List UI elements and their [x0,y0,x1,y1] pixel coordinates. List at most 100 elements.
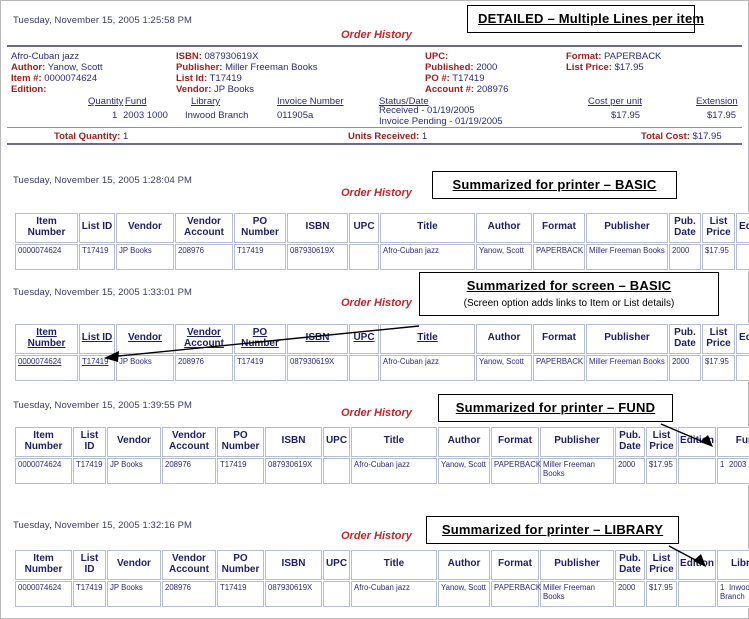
column-header-list-price: List Price [646,427,677,457]
callout-printer-basic-title: Summarized for printer – BASIC [452,177,657,192]
table-printer-fund: Item Number List ID Vendor Vendor Account PO… [14,426,749,485]
timestamp-detailed: Tuesday, November 15, 2005 1:25:58 PM [13,15,193,26]
column-header-list-id[interactable]: List ID [79,324,115,354]
order-history-title-5: Order History [341,530,412,542]
column-header-fund: Fund [717,427,749,457]
detail-vendor: Vendor: JP Books [176,84,254,95]
column-header-item-number[interactable]: Item Number [15,324,78,354]
timestamp-printer-basic: Tuesday, November 15, 2005 1:28:04 PM [13,175,193,186]
detail-publisher: Publisher: Miller Freeman Books [176,62,318,73]
column-header-po-number[interactable]: PO Number [234,324,286,354]
detail-edition: Edition: [11,84,47,95]
column-header-edition: Edition [736,213,749,243]
detail-col-fund[interactable]: Fund [125,96,147,107]
cell-po-number: T17419 [217,580,264,607]
cell-list-price: $17.95 [702,243,735,270]
cell-upc [349,243,379,270]
column-header-publisher: Publisher [540,550,614,580]
cell-item-number: 0000074624 [15,243,78,270]
detail-list-id: List Id: T17419 [176,73,242,84]
detail-val-library: Inwood Branch [185,110,249,121]
table-header-row: Item Number List ID Vendor Vendor Account PO… [15,550,749,580]
callout-screen-basic: Summarized for screen – BASIC (Screen op… [419,272,719,316]
detail-val-status-2: Invoice Pending - 01/19/2005 [379,116,503,127]
table-header-row: Item Number List ID Vendor Vendor Account PO… [15,324,749,354]
cell-vendor-account: 208976 [175,243,233,270]
detail-col-extension[interactable]: Extension [696,96,738,107]
cell-author: Yanow, Scott [438,580,490,607]
table-printer-basic: Item Number List ID Vendor Vendor Account PO… [14,212,749,271]
detail-val-cost: $17.95 [611,110,641,121]
detail-col-quantity[interactable]: Quantity [88,96,123,107]
callout-printer-library-title: Summarized for printer – LIBRARY [441,522,664,537]
column-header-author: Author [476,213,532,243]
cell-isbn: 087930619X [265,457,322,484]
cell-format: PAPERBACK [533,354,585,381]
timestamp-printer-fund: Tuesday, November 15, 2005 1:39:55 PM [13,400,193,411]
column-header-edition: Edition [678,427,716,457]
detail-col-invoice[interactable]: Invoice Number [277,96,344,107]
detail-col-cost[interactable]: Cost per unit [588,96,642,107]
detail-total-cost: Total Cost: $17.95 [641,131,722,142]
cell-list-id[interactable]: T17419 [79,354,115,381]
cell-list-price: $17.95 [702,354,735,381]
cell-item-number[interactable]: 0000074624 [15,354,78,381]
timestamp-printer-library: Tuesday, November 15, 2005 1:32:16 PM [13,520,193,531]
detail-rule-top [7,45,742,47]
cell-list-price: $17.95 [646,457,677,484]
table-row: 0000074624 T17419 JP Books 208976 T17419 0879… [15,580,749,607]
callout-detailed-title: DETAILED – Multiple Lines per item [478,11,705,26]
order-history-title-4: Order History [341,407,412,419]
cell-vendor-account: 208976 [162,580,216,607]
extra-count: 1 [720,459,725,469]
column-header-title: Title [351,427,437,457]
cell-pub-date: 2000 [669,354,701,381]
table-printer-library: Item Number List ID Vendor Vendor Account PO… [14,549,749,608]
column-header-upc[interactable]: UPC [349,324,379,354]
column-header-upc: UPC [323,550,350,580]
cell-po-number: T17419 [234,243,286,270]
extra-value: 2003 1000 [729,459,749,469]
cell-pub-date: 2000 [615,580,645,607]
column-header-vendor-account[interactable]: Vendor Account [175,324,233,354]
cell-vendor-account: 208976 [175,354,233,381]
detail-author: Author: Yanow, Scott [11,62,103,73]
detail-upc: UPC: [425,51,449,62]
detail-col-library[interactable]: Library [191,96,220,107]
timestamp-screen-basic: Tuesday, November 15, 2005 1:33:01 PM [13,287,193,298]
cell-po-number: T17419 [234,354,286,381]
cell-edition [736,354,749,381]
detail-val-fund: 2003 1000 [123,110,168,121]
link-item-number[interactable]: 0000074624 [18,357,61,366]
cell-vendor: JP Books [116,354,174,381]
column-header-pub-date: Pub. Date [669,213,701,243]
column-header-po-number: PO Number [217,550,264,580]
detail-item-number: Item #: 0000074624 [11,73,98,84]
cell-publisher: Miller Freeman Books [540,580,614,607]
detail-val-extension: $17.95 [707,110,737,121]
column-header-format: Format [533,213,585,243]
column-header-list-price: List Price [646,550,677,580]
column-header-vendor: Vendor [107,550,161,580]
cell-po-number: T17419 [217,457,264,484]
cell-pub-date: 2000 [615,457,645,484]
cell-upc [349,354,379,381]
column-header-title[interactable]: Title [380,324,475,354]
cell-list-id: T17419 [79,243,115,270]
callout-screen-basic-subtitle: (Screen option adds links to Item or Lis… [463,298,675,309]
column-header-isbn[interactable]: ISBN [287,324,348,354]
cell-upc [323,580,350,607]
cell-extra: 1Inwood Branch [717,580,749,607]
cell-vendor: JP Books [107,580,161,607]
cell-edition [678,580,716,607]
detail-account-number: Account #: 208976 [425,84,509,95]
table-row: 0000074624 T17419 JP Books 208976 T17419 0879… [15,457,749,484]
cell-isbn: 087930619X [265,580,322,607]
table-header-row: Item Number List ID Vendor Vendor Account PO… [15,213,749,243]
column-header-isbn: ISBN [265,427,322,457]
cell-vendor: JP Books [107,457,161,484]
column-header-vendor[interactable]: Vendor [116,324,174,354]
link-list-id[interactable]: T17419 [82,357,108,366]
cell-author: Yanow, Scott [438,457,490,484]
callout-printer-fund: Summarized for printer – FUND [438,394,673,422]
